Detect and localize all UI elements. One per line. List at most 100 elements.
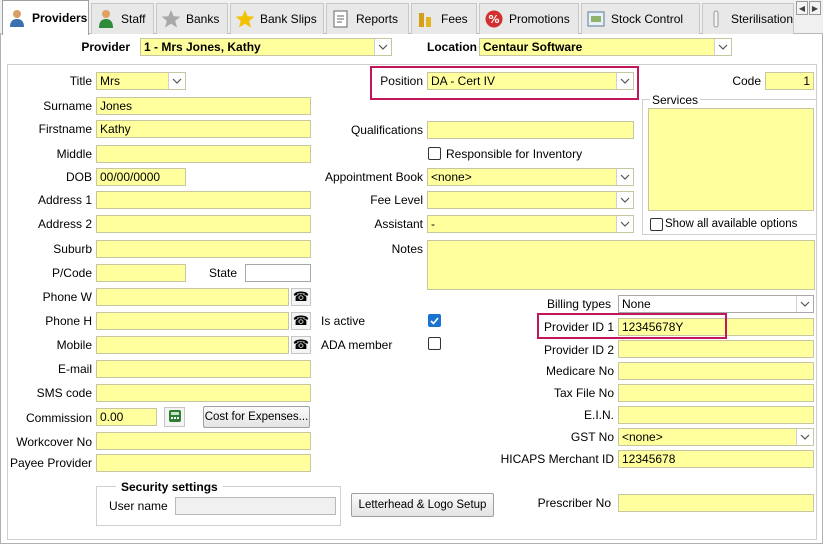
gst-label: GST No bbox=[570, 430, 614, 444]
workcover-input[interactable] bbox=[96, 432, 311, 450]
qualifications-input[interactable] bbox=[427, 121, 634, 139]
tab-bank-slips[interactable]: Bank Slips bbox=[230, 3, 324, 34]
sms-code-label: SMS code bbox=[36, 386, 92, 400]
code-input[interactable]: 1 bbox=[765, 72, 814, 90]
dial-phone-work-button[interactable]: ☎ bbox=[291, 288, 311, 306]
chevron-down-icon[interactable] bbox=[616, 169, 633, 185]
cost-for-expenses-button[interactable]: Cost for Expenses... bbox=[203, 406, 310, 428]
email-label: E-mail bbox=[57, 362, 92, 376]
chevron-down-icon[interactable] bbox=[616, 192, 633, 208]
percent-icon: % bbox=[484, 9, 504, 29]
firstname-input[interactable]: Kathy bbox=[96, 120, 311, 138]
notes-label: Notes bbox=[391, 242, 423, 256]
phone-home-input[interactable] bbox=[96, 312, 289, 330]
responsible-inventory-checkbox[interactable] bbox=[428, 147, 441, 160]
tab-sterilisation[interactable]: Sterilisation bbox=[702, 3, 794, 34]
dial-mobile-button[interactable]: ☎ bbox=[291, 336, 311, 354]
provider-id1-highlight bbox=[537, 313, 727, 339]
dob-input[interactable]: 00/00/0000 bbox=[96, 168, 186, 186]
title-select[interactable]: Mrs bbox=[96, 72, 186, 90]
state-input[interactable] bbox=[245, 264, 311, 282]
suburb-label: Suburb bbox=[53, 242, 92, 256]
services-list[interactable] bbox=[648, 108, 814, 211]
show-all-options-label: Show all available options bbox=[665, 218, 798, 230]
surname-input[interactable]: Jones bbox=[96, 97, 311, 115]
billing-types-label: Billing types bbox=[546, 297, 611, 311]
postcode-input[interactable] bbox=[96, 264, 186, 282]
billing-types-select[interactable]: None bbox=[618, 295, 814, 313]
position-highlight bbox=[370, 66, 639, 100]
workcover-label: Workcover No bbox=[16, 435, 92, 449]
phone-work-input[interactable] bbox=[96, 288, 289, 306]
address1-input[interactable] bbox=[96, 191, 311, 209]
phone-home-label: Phone H bbox=[45, 314, 92, 328]
telephone-icon: ☎ bbox=[292, 337, 310, 352]
person-icon bbox=[7, 8, 27, 28]
tab-scroll-right-button[interactable]: ▶ bbox=[809, 1, 821, 15]
provider-label: Provider bbox=[81, 40, 130, 54]
provider-id2-label: Provider ID 2 bbox=[543, 343, 614, 357]
address2-input[interactable] bbox=[96, 215, 311, 233]
payee-provider-label: Payee Provider bbox=[9, 456, 92, 470]
chevron-down-icon[interactable] bbox=[374, 39, 391, 55]
ein-input[interactable] bbox=[618, 406, 814, 424]
fee-level-select[interactable] bbox=[427, 191, 634, 209]
show-all-options-checkbox[interactable] bbox=[650, 218, 663, 231]
calculator-button[interactable] bbox=[164, 407, 185, 427]
appointment-book-label: Appointment Book bbox=[324, 170, 423, 184]
location-select[interactable]: Centaur Software bbox=[479, 38, 732, 56]
telephone-icon: ☎ bbox=[292, 289, 310, 304]
tab-scroll-left-button[interactable]: ◀ bbox=[796, 1, 808, 15]
hicaps-label: HICAPS Merchant ID bbox=[500, 452, 614, 466]
tab-staff[interactable]: Staff bbox=[91, 3, 154, 34]
chevron-down-icon[interactable] bbox=[714, 39, 731, 55]
calculator-icon bbox=[168, 409, 182, 426]
chevron-down-icon[interactable] bbox=[796, 429, 813, 445]
ein-label: E.I.N. bbox=[583, 408, 614, 422]
tube-icon bbox=[707, 9, 726, 29]
tab-reports[interactable]: Reports bbox=[326, 3, 409, 34]
staff-icon bbox=[96, 9, 116, 29]
tab-banks[interactable]: Banks bbox=[156, 3, 228, 34]
tab-providers[interactable]: Providers bbox=[2, 0, 89, 35]
tab-fees[interactable]: Fees bbox=[411, 3, 477, 34]
email-input[interactable] bbox=[96, 360, 311, 378]
gst-select[interactable]: <none> bbox=[618, 428, 814, 446]
ada-member-label: ADA member bbox=[321, 338, 393, 352]
suburb-input[interactable] bbox=[96, 240, 311, 258]
chevron-down-icon[interactable] bbox=[168, 73, 185, 89]
ada-member-checkbox[interactable] bbox=[428, 337, 441, 350]
commission-input[interactable]: 0.00 bbox=[96, 408, 157, 426]
fee-level-label: Fee Level bbox=[370, 193, 423, 207]
username-input[interactable] bbox=[175, 497, 336, 515]
mobile-input[interactable] bbox=[96, 336, 289, 354]
is-active-label: Is active bbox=[321, 314, 366, 328]
address1-label: Address 1 bbox=[37, 193, 92, 207]
services-label: Services bbox=[650, 92, 701, 108]
assistant-label: Assistant bbox=[374, 217, 423, 231]
surname-label: Surname bbox=[43, 99, 92, 113]
notes-textarea[interactable] bbox=[427, 240, 815, 290]
dial-phone-home-button[interactable]: ☎ bbox=[291, 312, 311, 330]
provider-id2-input[interactable] bbox=[618, 340, 814, 358]
chevron-down-icon[interactable] bbox=[616, 216, 633, 232]
is-active-checkbox[interactable] bbox=[428, 314, 441, 327]
tab-promotions[interactable]: % Promotions bbox=[479, 3, 579, 34]
hicaps-input[interactable]: 12345678 bbox=[618, 450, 814, 468]
coins-icon bbox=[416, 9, 436, 29]
title-label: Title bbox=[69, 74, 92, 88]
tab-bar: Providers Staff Banks Bank Slips Reports… bbox=[0, 0, 823, 35]
sms-code-input[interactable] bbox=[96, 384, 311, 402]
payee-provider-input[interactable] bbox=[96, 454, 311, 472]
tax-file-input[interactable] bbox=[618, 384, 814, 402]
prescriber-input[interactable] bbox=[618, 494, 814, 512]
check-icon bbox=[430, 316, 439, 325]
appointment-book-select[interactable]: <none> bbox=[427, 168, 634, 186]
tab-stock-control[interactable]: Stock Control bbox=[581, 3, 700, 34]
middle-input[interactable] bbox=[96, 145, 311, 163]
box-icon bbox=[586, 9, 606, 29]
assistant-select[interactable]: - bbox=[427, 215, 634, 233]
provider-select[interactable]: 1 - Mrs Jones, Kathy bbox=[140, 38, 392, 56]
medicare-input[interactable] bbox=[618, 362, 814, 380]
chevron-down-icon[interactable] bbox=[796, 296, 813, 312]
